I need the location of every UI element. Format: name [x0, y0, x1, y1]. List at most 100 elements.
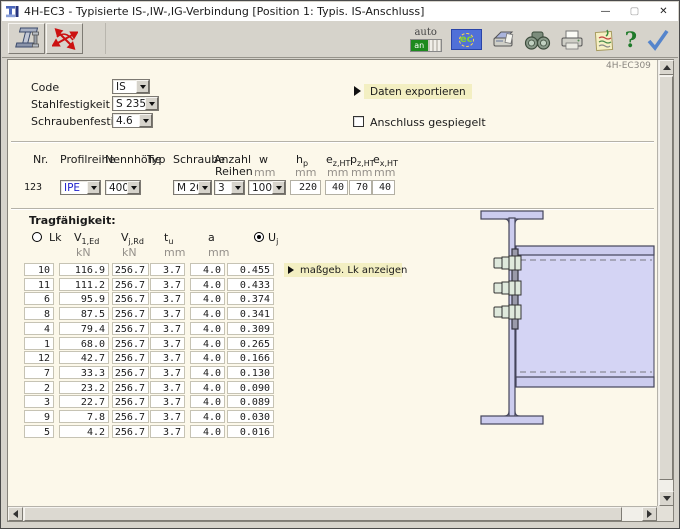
cell-uj: 0.341	[227, 307, 274, 320]
cell-uj: 0.016	[227, 425, 274, 438]
titlebar[interactable]: 4H-EC3 - Typisierte IS-,IW-,IG-Verbindun…	[2, 2, 678, 21]
vjrd-unit: kN	[122, 246, 137, 259]
show-arrow-icon	[288, 266, 294, 274]
cell-v1ed: 79.4	[59, 322, 109, 335]
load-case-row[interactable]: 322.7256.73.74.00.089	[8, 395, 348, 409]
search-binoculars-icon[interactable]	[524, 29, 551, 51]
loads-button[interactable]	[46, 23, 83, 54]
auto-label: auto	[410, 28, 442, 38]
profilreihe-select[interactable]: IPE	[60, 180, 101, 195]
cell-uj: 0.433	[227, 278, 274, 291]
exht-unit: mm	[374, 166, 395, 179]
cell-a: 4.0	[190, 263, 225, 276]
load-case-row[interactable]: 887.5256.73.74.00.341	[8, 307, 348, 321]
chevron-down-icon[interactable]	[145, 97, 158, 110]
load-case-row[interactable]: 733.3256.73.74.00.130	[8, 366, 348, 380]
chevron-down-icon[interactable]	[127, 181, 140, 194]
cell-lk: 10	[24, 263, 54, 276]
export-data-button[interactable]: Daten exportieren	[364, 84, 472, 99]
show-governing-lk-button[interactable]: maßgeb. Lk anzeigen	[284, 263, 402, 277]
scroll-left-button[interactable]	[8, 507, 23, 521]
cell-lk: 3	[24, 395, 54, 408]
cell-vjrd: 256.7	[112, 366, 149, 379]
mirror-connection-checkbox[interactable]	[353, 116, 364, 127]
scroll-down-button[interactable]	[659, 491, 674, 506]
cell-tu: 3.7	[150, 337, 185, 350]
load-case-row[interactable]: 695.9256.73.74.00.374	[8, 292, 348, 306]
cell-vjrd: 256.7	[112, 395, 149, 408]
cell-vjrd: 256.7	[112, 381, 149, 394]
steel-grade-label: Stahlfestigkeit	[31, 98, 110, 111]
bolt-group	[494, 256, 521, 319]
typ-header: Typ	[147, 153, 166, 166]
cell-tu: 3.7	[150, 351, 185, 364]
exht-field[interactable]: 40	[372, 180, 395, 195]
anzahl-reihen-select[interactable]: 3	[214, 180, 245, 195]
chevron-down-icon[interactable]	[272, 181, 285, 194]
horizontal-scrollbar[interactable]	[8, 506, 657, 521]
copy-icon[interactable]	[491, 28, 515, 52]
confirm-check-icon[interactable]	[646, 28, 670, 51]
cell-uj: 0.265	[227, 337, 274, 350]
cell-tu: 3.7	[150, 410, 185, 423]
steel-grade-select[interactable]: S 235	[112, 96, 159, 111]
load-case-row[interactable]: 168.0256.73.74.00.265	[8, 337, 348, 351]
sort-by-uj-radio[interactable]	[254, 232, 264, 242]
close-button[interactable]: ✕	[649, 2, 678, 21]
chevron-down-icon[interactable]	[136, 80, 149, 93]
v1ed-unit: kN	[76, 246, 91, 259]
minimize-button[interactable]: —	[591, 2, 620, 21]
profile-connection-button[interactable]	[8, 23, 45, 54]
load-case-row[interactable]: 223.2256.73.74.00.090	[8, 381, 348, 395]
eurocode-button[interactable]: ec	[451, 29, 482, 50]
chevron-down-icon[interactable]	[87, 181, 100, 194]
chevron-down-icon[interactable]	[231, 181, 244, 194]
schraube-select[interactable]: M 20	[173, 180, 212, 195]
nr-header: Nr.	[33, 153, 48, 166]
cell-lk: 4	[24, 322, 54, 335]
cell-vjrd: 256.7	[112, 263, 149, 276]
pzht-field[interactable]: 70	[349, 180, 372, 195]
horizontal-scroll-thumb[interactable]	[24, 507, 622, 521]
chevron-down-icon[interactable]	[198, 181, 211, 194]
scrollbar-corner	[657, 506, 673, 521]
ezht-unit: mm	[327, 166, 348, 179]
auto-toggle[interactable]: auto an	[410, 28, 442, 52]
vertical-scrollbar[interactable]	[657, 60, 673, 506]
cell-uj: 0.090	[227, 381, 274, 394]
app-window: 4H-EC3 - Typisierte IS-,IW-,IG-Verbindun…	[0, 0, 680, 529]
cell-a: 4.0	[190, 425, 225, 438]
hp-field[interactable]: 220	[290, 180, 321, 195]
scroll-right-button[interactable]	[642, 507, 657, 521]
a-header: a	[208, 231, 215, 244]
load-case-row[interactable]: 54.2256.73.74.00.016	[8, 425, 348, 439]
cell-v1ed: 111.2	[59, 278, 109, 291]
load-case-row[interactable]: 479.4256.73.74.00.309	[8, 322, 348, 336]
cell-a: 4.0	[190, 307, 225, 320]
scroll-left-icon	[13, 510, 18, 518]
code-select[interactable]: IS	[112, 79, 150, 94]
cell-uj: 0.374	[227, 292, 274, 305]
chevron-down-icon[interactable]	[139, 114, 152, 127]
help-icon[interactable]: ?	[625, 29, 637, 51]
vertical-scroll-thumb[interactable]	[659, 76, 673, 480]
load-case-row[interactable]: 11111.2256.73.74.00.433	[8, 278, 348, 292]
auto-slider	[428, 40, 441, 51]
ezht-field[interactable]: 40	[325, 180, 348, 195]
scroll-up-button[interactable]	[659, 60, 674, 75]
v1ed-header: V1,Ed	[74, 231, 99, 246]
w-select[interactable]: 100	[248, 180, 286, 195]
load-case-row[interactable]: 1242.7256.73.74.00.166	[8, 351, 348, 365]
cell-tu: 3.7	[150, 292, 185, 305]
lk-header: Lk	[49, 231, 62, 244]
cell-tu: 3.7	[150, 381, 185, 394]
maximize-button[interactable]: ▢	[620, 2, 649, 21]
bolt-grade-select[interactable]: 4.6	[112, 113, 153, 128]
vjrd-header: Vj,Rd	[121, 231, 144, 246]
print-icon[interactable]	[560, 29, 584, 51]
load-case-row[interactable]: 97.8256.73.74.00.030	[8, 410, 348, 424]
notes-icon[interactable]	[593, 28, 616, 52]
cell-tu: 3.7	[150, 278, 185, 291]
nennhoehe-select[interactable]: 400	[105, 180, 141, 195]
sort-by-lk-radio[interactable]	[32, 232, 42, 242]
